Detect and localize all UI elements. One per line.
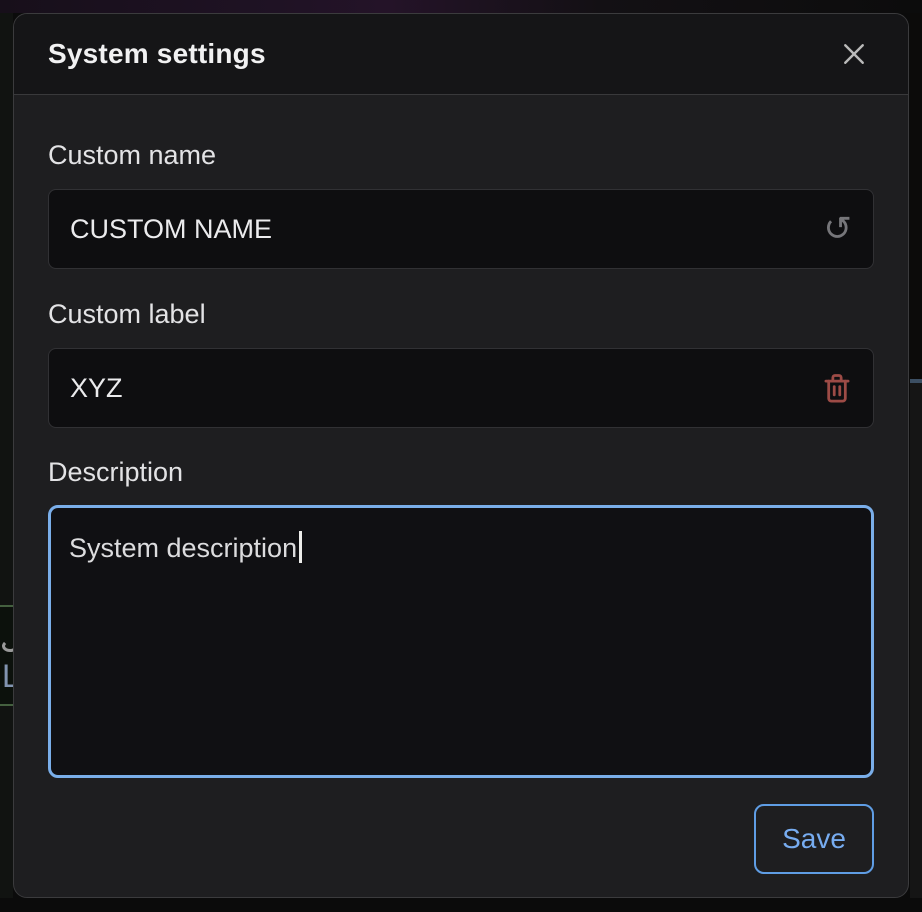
background-dark-block xyxy=(910,13,922,379)
background-blue-line xyxy=(910,379,922,383)
description-label: Description xyxy=(48,456,874,488)
description-textarea[interactable]: System description xyxy=(48,505,874,778)
text-cursor xyxy=(299,531,302,563)
trash-icon xyxy=(820,370,854,406)
close-icon xyxy=(839,39,869,69)
custom-label-input[interactable] xyxy=(48,348,874,428)
background-left-strip: L xyxy=(0,13,13,898)
custom-label-field-wrap xyxy=(48,348,874,428)
background-top-band xyxy=(0,0,922,13)
undo-icon: ↺ xyxy=(824,212,853,246)
custom-label-label: Custom label xyxy=(48,298,874,330)
dialog-footer: Save xyxy=(48,778,874,874)
description-text: System description xyxy=(69,533,297,563)
reset-custom-name-button[interactable]: ↺ xyxy=(824,212,853,246)
close-button[interactable] xyxy=(836,36,872,72)
background-right-strip xyxy=(910,13,922,898)
dialog-header: System settings xyxy=(14,14,908,95)
dialog-body: Custom name ↺ Custom label xyxy=(14,95,908,897)
delete-custom-label-button[interactable] xyxy=(820,370,854,406)
dialog-title: System settings xyxy=(48,38,266,70)
background-letter-fragment: L xyxy=(2,658,13,695)
system-settings-dialog: System settings Custom name ↺ Custom lab… xyxy=(13,13,909,898)
background-curl-fragment xyxy=(2,640,13,652)
custom-name-label: Custom name xyxy=(48,139,874,171)
custom-name-field-wrap: ↺ xyxy=(48,189,874,269)
custom-name-input[interactable] xyxy=(48,189,874,269)
save-button[interactable]: Save xyxy=(754,804,874,874)
